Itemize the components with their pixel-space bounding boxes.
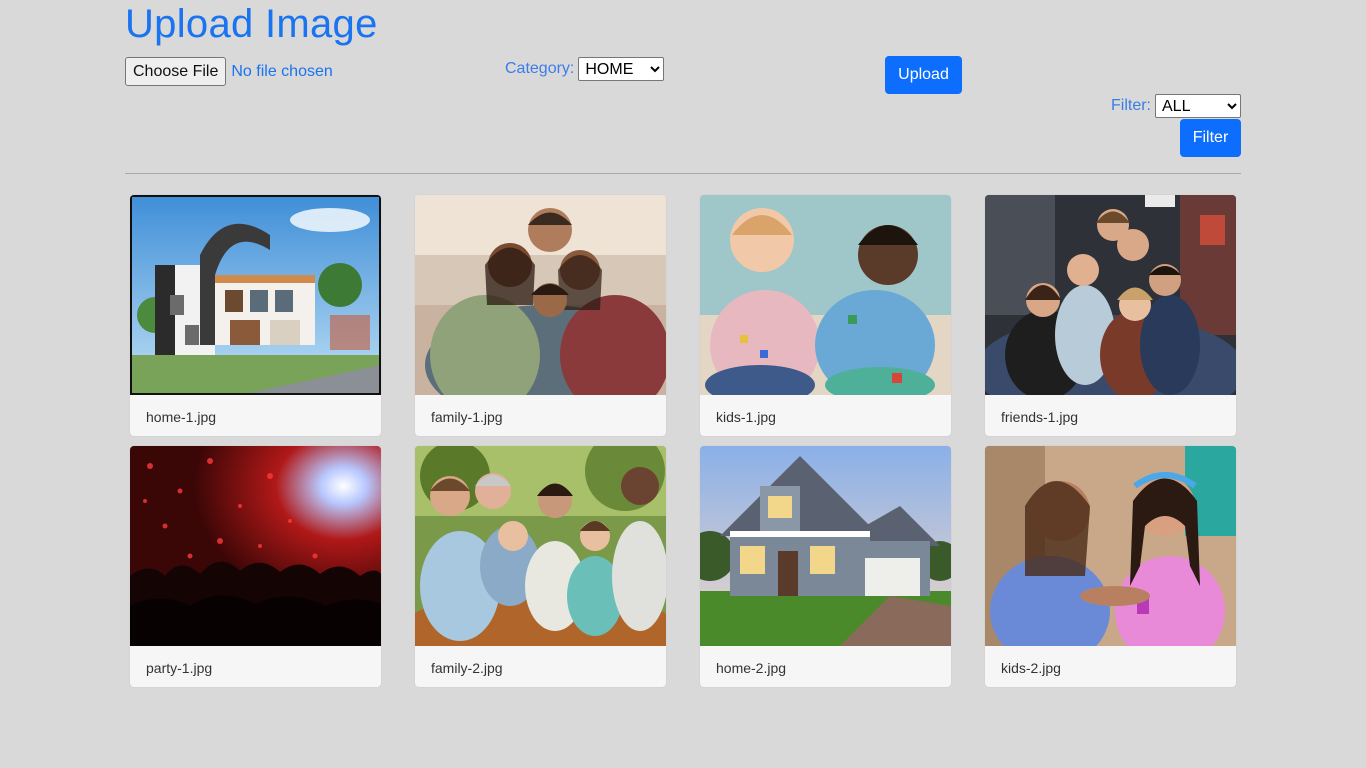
page-title: Upload Image xyxy=(125,2,378,46)
gallery-card[interactable]: friends-1.jpg xyxy=(985,195,1236,436)
image-caption: friends-1.jpg xyxy=(1001,409,1079,425)
kids-photo-icon[interactable] xyxy=(985,446,1236,646)
friends-photo-icon[interactable] xyxy=(985,195,1236,395)
kids-photo-icon[interactable] xyxy=(700,195,951,395)
upload-button[interactable]: Upload xyxy=(885,56,962,94)
gallery-card[interactable]: kids-1.jpg xyxy=(700,195,951,436)
gallery-card[interactable]: party-1.jpg xyxy=(130,446,381,687)
category-label: Category: xyxy=(505,60,575,77)
family-photo-icon[interactable] xyxy=(415,446,666,646)
divider xyxy=(125,173,1241,174)
gallery-card[interactable]: home-2.jpg xyxy=(700,446,951,687)
gallery-card[interactable]: family-1.jpg xyxy=(415,195,666,436)
category-group: Category: HOME xyxy=(505,57,665,81)
file-status-text: No file chosen xyxy=(231,62,333,80)
gallery-card[interactable]: family-2.jpg xyxy=(415,446,666,687)
house-photo-icon[interactable] xyxy=(700,446,951,646)
image-caption: kids-2.jpg xyxy=(1001,660,1061,676)
image-caption: home-2.jpg xyxy=(716,660,787,676)
house-photo-icon[interactable] xyxy=(130,195,381,395)
family-photo-icon[interactable] xyxy=(415,195,666,395)
image-caption: home-1.jpg xyxy=(146,409,217,425)
image-caption: kids-1.jpg xyxy=(716,409,776,425)
gallery-card[interactable]: kids-2.jpg xyxy=(985,446,1236,687)
choose-file-button[interactable]: Choose File xyxy=(125,57,227,86)
gallery-card[interactable]: home-1.jpg xyxy=(130,195,381,436)
filter-label: Filter: xyxy=(1111,97,1151,114)
filter-select[interactable]: ALL xyxy=(1155,94,1241,118)
image-caption: party-1.jpg xyxy=(146,660,213,676)
image-caption: family-2.jpg xyxy=(431,660,503,676)
image-gallery: home-1.jpg family-1.jpg kids-1.jpg frien… xyxy=(130,195,1236,687)
filter-group: Filter: ALL xyxy=(1111,94,1241,118)
category-select[interactable]: HOME xyxy=(578,57,665,81)
concert-photo-icon[interactable] xyxy=(130,446,381,646)
file-input[interactable]: Choose File No file chosen xyxy=(125,57,333,86)
image-caption: family-1.jpg xyxy=(431,409,503,425)
filter-button[interactable]: Filter xyxy=(1180,119,1241,157)
page-container: Upload Image Choose File No file chosen … xyxy=(125,0,1241,768)
